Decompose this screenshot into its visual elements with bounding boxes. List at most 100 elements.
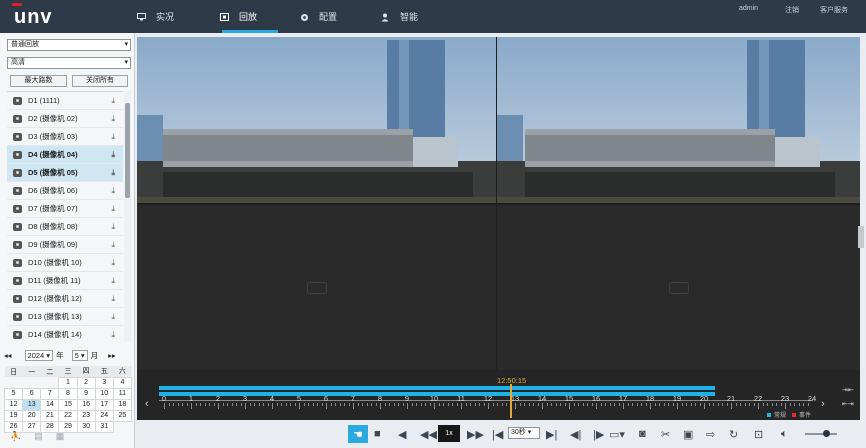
camera-item[interactable]: D7 (摄像机 07) ⤓	[7, 200, 123, 218]
calendar-day[interactable]: 25	[112, 409, 133, 422]
download-icon[interactable]: ⤓	[111, 330, 115, 340]
scrollbar-thumb[interactable]	[125, 103, 130, 198]
download-icon[interactable]: ⤓	[111, 240, 115, 250]
calendar-day[interactable]: 19	[3, 409, 24, 422]
camera-item[interactable]: D6 (摄像机 06) ⤓	[7, 182, 123, 200]
max-channels-button[interactable]: 最大路数	[10, 75, 67, 87]
nav-smart[interactable]: 智能	[381, 0, 418, 33]
nav-live[interactable]: 实况	[137, 0, 174, 33]
month-select[interactable]: 5 ▾	[71, 349, 88, 361]
panel-collapse-handle[interactable]	[858, 226, 864, 248]
layout-icon[interactable]: ▭▾	[609, 425, 625, 443]
download-icon[interactable]: ⤓	[111, 150, 115, 160]
playback-mode-select[interactable]: 普通回放 ▾	[7, 39, 131, 51]
camera-list-scrollbar[interactable]	[124, 91, 131, 341]
camera-item[interactable]: D3 (摄像机 03) ⤓	[7, 128, 123, 146]
calendar-day[interactable]: 3	[94, 376, 114, 389]
timeline-next-icon[interactable]: ›	[821, 398, 825, 410]
snapshot-icon[interactable]: ◙	[639, 425, 646, 443]
download-icon[interactable]: ⤓	[111, 132, 115, 142]
calendar-day[interactable]: 24	[94, 409, 114, 422]
prev-year-icon[interactable]: ◂◂	[4, 351, 12, 360]
volume-slider[interactable]	[805, 433, 837, 435]
zoom-out-icon[interactable]: ⇤⇥	[842, 398, 854, 412]
camera-item[interactable]: D5 (摄像机 05) ⤓	[7, 164, 123, 182]
stop-icon[interactable]: ■	[374, 425, 381, 443]
download-icon[interactable]: ⤓	[111, 96, 115, 106]
calendar-day[interactable]: 16	[76, 398, 96, 411]
sync-icon[interactable]: ↻	[729, 425, 738, 443]
timeline-prev-icon[interactable]: ‹	[145, 398, 149, 410]
clip-icon[interactable]: ✂	[661, 425, 670, 443]
calendar-day[interactable]: 7	[40, 387, 60, 400]
digital-zoom-icon[interactable]: ⊡	[754, 425, 763, 443]
calendar-day[interactable]: 22	[58, 409, 78, 422]
skip-back-icon[interactable]: |◀	[492, 425, 503, 443]
download-icon[interactable]: ⤓	[111, 186, 115, 196]
download-icon[interactable]: ⤓	[111, 294, 115, 304]
calendar-day[interactable]: 9	[76, 387, 96, 400]
camera-item[interactable]: D9 (摄像机 09) ⤓	[7, 236, 123, 254]
video-tile-3[interactable]	[137, 205, 496, 370]
calendar-day[interactable]: 14	[40, 398, 60, 411]
skip-forward-icon[interactable]: ▶|	[546, 425, 557, 443]
camera-item[interactable]: D10 (摄像机 10) ⤓	[7, 254, 123, 272]
volume-knob[interactable]	[823, 430, 830, 437]
grid-icon[interactable]: ▦	[56, 431, 65, 442]
calendar-day[interactable]: 20	[22, 409, 42, 422]
zoom-in-icon[interactable]: ⇥⇤	[842, 384, 854, 398]
download-icon[interactable]: ⤓	[111, 222, 115, 232]
calendar-day[interactable]: 11	[112, 387, 133, 400]
close-all-button[interactable]: 关闭所有	[72, 75, 128, 87]
frame-back-icon[interactable]: ◀|	[570, 425, 581, 443]
playhead[interactable]	[510, 384, 512, 418]
video-tile-2[interactable]	[497, 37, 860, 203]
calendar-day[interactable]: 15	[58, 398, 78, 411]
camera-item[interactable]: D12 (摄像机 12) ⤓	[7, 290, 123, 308]
person-search-icon[interactable]: ⛹	[10, 431, 21, 442]
slow-down-icon[interactable]: ◀◀	[420, 425, 437, 443]
calendar-day[interactable]: 12	[3, 398, 24, 411]
recording-bar[interactable]	[159, 386, 715, 390]
calendar-day[interactable]: 2	[76, 376, 96, 389]
download-icon[interactable]: ⤓	[111, 258, 115, 268]
camera-item[interactable]: D13 (摄像机 13) ⤓	[7, 308, 123, 326]
calendar-day[interactable]: 4	[112, 376, 133, 389]
download-icon[interactable]: ⤓	[111, 168, 115, 178]
hand-icon[interactable]: ☚	[348, 425, 368, 443]
customer-service-link[interactable]: 客户服务	[820, 5, 848, 15]
interval-select[interactable]: 30秒 ▾	[508, 427, 540, 439]
camera-item[interactable]: D4 (摄像机 04) ⤓	[7, 146, 123, 164]
calendar-day[interactable]: 6	[22, 387, 42, 400]
camera-item[interactable]: D1 (1111) ⤓	[7, 92, 123, 110]
download-icon[interactable]: ⤓	[111, 312, 115, 322]
calendar-day-selected[interactable]: 13	[22, 398, 42, 411]
video-tile-1[interactable]	[137, 37, 496, 203]
calendar-day[interactable]: 1	[58, 376, 78, 389]
download-icon[interactable]: ⤓	[111, 276, 115, 286]
nav-playback[interactable]: 回放	[220, 0, 257, 33]
nav-config[interactable]: 配置	[300, 0, 337, 33]
frame-forward-icon[interactable]: |▶	[593, 425, 604, 443]
calendar-day[interactable]: 18	[112, 398, 133, 411]
stream-select[interactable]: 高清 ▾	[7, 57, 131, 69]
calendar-day[interactable]: 21	[40, 409, 60, 422]
camera-item[interactable]: D11 (摄像机 11) ⤓	[7, 272, 123, 290]
logout-link[interactable]: 注销	[785, 5, 799, 15]
save-icon[interactable]: ▣	[683, 425, 693, 443]
camera-item[interactable]: D2 (摄像机 02) ⤓	[7, 110, 123, 128]
calendar-day[interactable]: 23	[76, 409, 96, 422]
download-icon[interactable]: ⤓	[111, 114, 115, 124]
calendar-day[interactable]: 8	[58, 387, 78, 400]
chart-icon[interactable]: ▤	[34, 431, 43, 442]
camera-item[interactable]: D14 (摄像机 14) ⤓	[7, 326, 123, 341]
calendar-day[interactable]: 5	[3, 387, 24, 400]
calendar-day[interactable]: 17	[94, 398, 114, 411]
video-tile-4[interactable]	[497, 205, 860, 370]
next-month-icon[interactable]: ▸▸	[108, 351, 116, 360]
calendar-day[interactable]: 10	[94, 387, 114, 400]
camera-item[interactable]: D8 (摄像机 08) ⤓	[7, 218, 123, 236]
forward-icon[interactable]: ⇨	[706, 425, 715, 443]
speed-up-icon[interactable]: ▶▶	[467, 425, 484, 443]
volume-icon[interactable]: 🔈︎	[781, 425, 788, 443]
